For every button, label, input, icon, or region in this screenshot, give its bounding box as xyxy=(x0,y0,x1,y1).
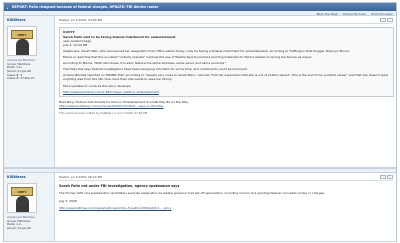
quote-button[interactable] xyxy=(380,18,386,22)
post-header: Posted: Jul 3 2009, 06:24 PM xyxy=(59,175,393,182)
post: KillWears OBEY Advanced Member Group: Me… xyxy=(4,16,396,168)
post-headline: Sarah Palin not under FBI investigation,… xyxy=(59,184,180,189)
arrow-icon: ▸ xyxy=(7,5,9,10)
post-author-panel: KillWears OBEY Advanced Member Group: Me… xyxy=(4,173,55,241)
print-topic-link[interactable]: Print this topic xyxy=(371,12,393,16)
back-topic-link[interactable]: Back the Topic xyxy=(317,12,339,16)
avatar-sign: OBEY xyxy=(11,186,33,196)
post-link[interactable]: http://www.latimes.com/news/nationworld/… xyxy=(59,206,172,210)
post-body: Brad Blog: Federal Indictments for Palin… xyxy=(59,100,393,108)
post-content: Posted: Jul 3 2009, 06:24 PM Sarah Palin… xyxy=(56,173,396,241)
author-stats: Group: Members Posts: 1,0.. Joined: 21-J… xyxy=(7,62,51,81)
post: KillWears OBEY Advanced Member Group: Me… xyxy=(4,173,396,242)
post-date: Posted: Jul 3 2009, 06:24 PM xyxy=(59,175,102,179)
quote-paragraph: The Daily Kos says federal investigators… xyxy=(63,67,248,72)
quote-label: QUOTE xyxy=(63,30,75,35)
stat-line: Joined: 21-Jan-06 xyxy=(7,226,32,231)
separator: · xyxy=(340,11,342,16)
separator: · xyxy=(368,11,370,16)
post-date-line: July 3, 2009 xyxy=(59,198,77,203)
post-actions xyxy=(380,175,393,179)
avatar-figure xyxy=(16,38,29,55)
post-header: Posted: Jul 3 2009, 04:56 PM xyxy=(59,18,393,25)
quote-paragraph: Alaska Gov. Sarah Palin, who announced h… xyxy=(63,49,350,54)
email-topic-link[interactable]: Email this topic xyxy=(343,12,366,16)
post-author-panel: KillWears OBEY Advanced Member Group: Me… xyxy=(4,16,55,167)
topic-title: REPORT: Palin resigned because of federa… xyxy=(12,4,159,9)
quote-paragraph: Andrea Mitchell reported on MSNBC that, … xyxy=(63,73,389,82)
quote-source-link[interactable]: http://www.examiner.com/x-4837-Gays--pol… xyxy=(63,90,159,94)
author-name[interactable]: KillWears xyxy=(7,18,51,23)
quote-paragraph: Moore is reporting that the so-called "n… xyxy=(63,55,313,60)
avatar: OBEY xyxy=(7,182,37,213)
post-paragraph: The former GOP vice presidential candida… xyxy=(59,191,325,196)
quote-date: July 3, 12:54 PM xyxy=(63,43,88,48)
avatar-figure xyxy=(16,195,29,212)
post-actions xyxy=(380,18,393,22)
author-stats: Group: Members Posts: 1,0.. Joined: 21-J… xyxy=(7,219,51,231)
edit-note: This post has been edited by KillWears o… xyxy=(59,110,148,115)
forum-page: ▸ REPORT: Palin resigned because of fede… xyxy=(3,2,397,242)
avatar-sign: OBEY xyxy=(11,29,33,39)
quote-more: More updates to come as this story devel… xyxy=(63,83,132,88)
post-link[interactable]: http://www.bradblog.com/archives/2009/07… xyxy=(59,104,393,108)
quote-button[interactable] xyxy=(380,175,386,179)
quote-block: QUOTE Sarah Palin said to be facing fede… xyxy=(59,27,394,97)
post-content: Posted: Jul 3 2009, 04:56 PM QUOTE Sarah… xyxy=(56,16,396,167)
topic-links: Back the Topic · Email this topic · Prin… xyxy=(317,12,393,16)
report-button[interactable] xyxy=(387,175,393,179)
report-button[interactable] xyxy=(387,18,393,22)
quote-paragraph: According to Moore, "Both structures, it… xyxy=(63,61,227,66)
post-date: Posted: Jul 3 2009, 04:56 PM xyxy=(59,18,102,22)
avatar: OBEY xyxy=(7,25,37,56)
author-name[interactable]: KillWears xyxy=(7,175,51,180)
post-body: Sarah Palin not under FBI investigation,… xyxy=(59,184,393,210)
topic-title-bar: ▸ REPORT: Palin resigned because of fede… xyxy=(4,3,396,11)
stat-line: Cases #: 07-Mar-07 xyxy=(7,76,35,81)
